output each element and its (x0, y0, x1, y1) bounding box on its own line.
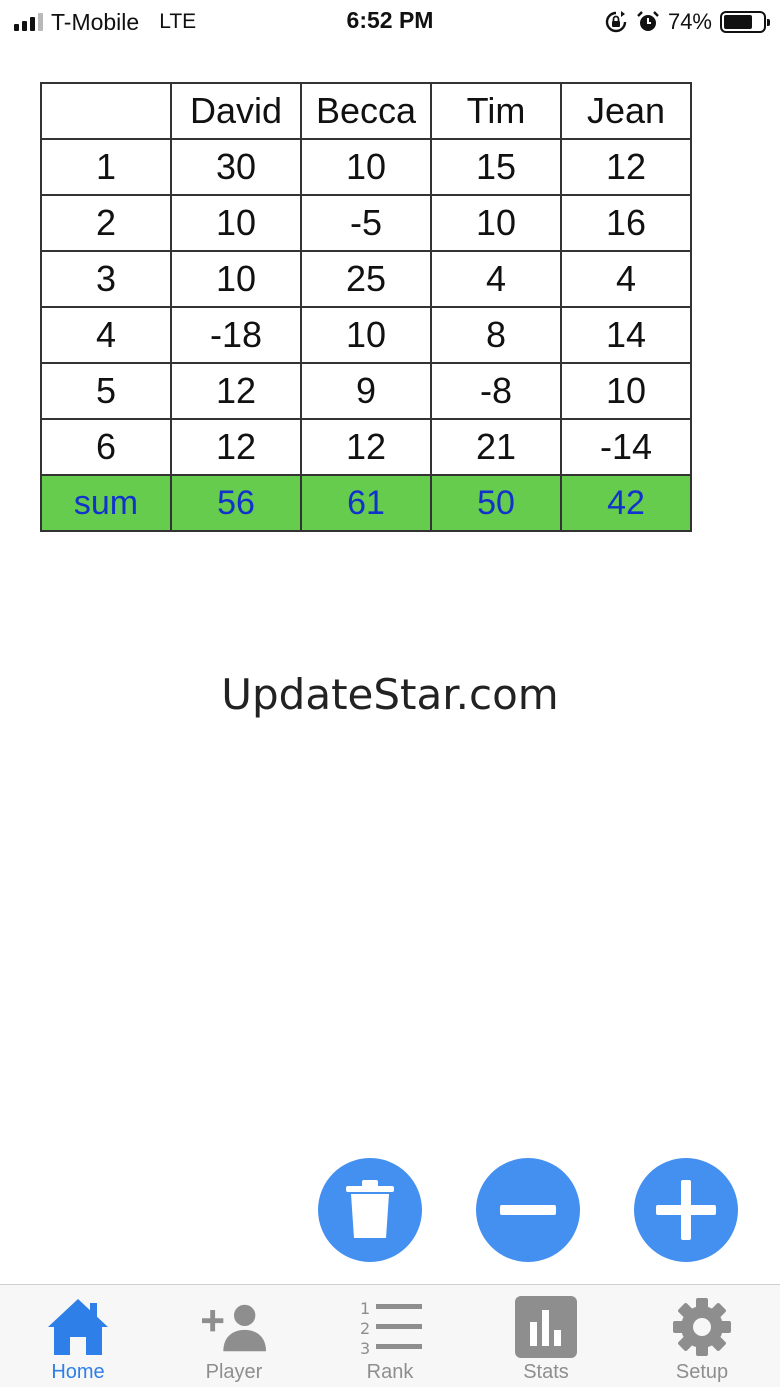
sum-cell: 56 (170, 474, 302, 532)
score-cell[interactable]: 10 (560, 362, 692, 420)
table-row: 6 12 12 21 -14 (40, 418, 692, 476)
player-header-cell[interactable]: Jean (560, 82, 692, 140)
tab-rank[interactable]: 1 2 3 Rank (312, 1285, 468, 1387)
score-cell[interactable]: 10 (300, 138, 432, 196)
tab-stats-label: Stats (523, 1361, 569, 1383)
score-cell[interactable]: 15 (430, 138, 562, 196)
minus-icon (500, 1205, 556, 1215)
watermark: UpdateStar.com (221, 670, 559, 719)
row-label-cell[interactable]: 1 (40, 138, 172, 196)
sum-label-cell: sum (40, 474, 172, 532)
battery-percent: 74% (667, 9, 712, 34)
score-cell[interactable]: 4 (430, 250, 562, 308)
table-row: 2 10 -5 10 16 (40, 194, 692, 252)
svg-text:1: 1 (360, 1299, 370, 1318)
score-cell[interactable]: 9 (300, 362, 432, 420)
home-icon (46, 1295, 110, 1359)
plus-icon (656, 1180, 716, 1240)
sum-cell: 61 (300, 474, 432, 532)
delete-button[interactable] (318, 1158, 422, 1262)
svg-text:3: 3 (360, 1339, 370, 1356)
tab-home-label: Home (51, 1361, 105, 1383)
tab-setup-label: Setup (675, 1361, 729, 1383)
tab-setup[interactable]: Setup (624, 1285, 780, 1387)
ranked-list-icon: 1 2 3 (358, 1295, 422, 1359)
subtract-button[interactable] (476, 1158, 580, 1262)
score-cell[interactable]: 12 (560, 138, 692, 196)
score-cell[interactable]: 12 (170, 362, 302, 420)
score-cell[interactable]: 14 (560, 306, 692, 364)
tab-bar: Home Player 1 2 3 Rank Stats Setup (0, 1284, 780, 1387)
tab-stats[interactable]: Stats (468, 1285, 624, 1387)
player-header-cell[interactable]: David (170, 82, 302, 140)
add-button[interactable] (634, 1158, 738, 1262)
row-label-cell[interactable] (40, 82, 172, 140)
player-header-cell[interactable]: Becca (300, 82, 432, 140)
score-cell[interactable]: 4 (560, 250, 692, 308)
sum-cell: 50 (430, 474, 562, 532)
score-cell[interactable]: 30 (170, 138, 302, 196)
status-bar: T-Mobile LTE 6:52 PM 74% (0, 0, 780, 44)
table-row: 3 10 25 4 4 (40, 250, 692, 308)
score-cell[interactable]: 21 (430, 418, 562, 476)
sum-row: sum 56 61 50 42 (40, 474, 692, 532)
player-header-cell[interactable]: Tim (430, 82, 562, 140)
score-cell[interactable]: 16 (560, 194, 692, 252)
score-cell[interactable]: -14 (560, 418, 692, 476)
score-cell[interactable]: -18 (170, 306, 302, 364)
tab-home[interactable]: Home (0, 1285, 156, 1387)
score-cell[interactable]: 10 (170, 250, 302, 308)
header-row: David Becca Tim Jean (40, 82, 692, 140)
add-player-icon (202, 1295, 266, 1359)
score-cell[interactable]: -8 (430, 362, 562, 420)
orientation-lock-icon (605, 11, 627, 33)
table-row: 1 30 10 15 12 (40, 138, 692, 196)
row-label-cell[interactable]: 3 (40, 250, 172, 308)
battery-icon (720, 11, 770, 33)
score-cell[interactable]: 10 (170, 194, 302, 252)
tab-rank-label: Rank (366, 1361, 414, 1383)
tab-player-label: Player (205, 1361, 263, 1383)
row-label-cell[interactable]: 6 (40, 418, 172, 476)
score-cell[interactable]: 25 (300, 250, 432, 308)
score-cell[interactable]: 12 (300, 418, 432, 476)
trash-icon (346, 1180, 394, 1238)
table-row: 4 -18 10 8 14 (40, 306, 692, 364)
score-cell[interactable]: 8 (430, 306, 562, 364)
row-label-cell[interactable]: 4 (40, 306, 172, 364)
svg-text:2: 2 (360, 1319, 370, 1338)
table-row: 5 12 9 -8 10 (40, 362, 692, 420)
score-cell[interactable]: -5 (300, 194, 432, 252)
alarm-icon (637, 11, 659, 31)
status-bar-right: 74% (604, 8, 770, 36)
tab-player[interactable]: Player (156, 1285, 312, 1387)
sum-cell: 42 (560, 474, 692, 532)
gear-icon (670, 1295, 734, 1359)
score-cell[interactable]: 10 (430, 194, 562, 252)
row-label-cell[interactable]: 2 (40, 194, 172, 252)
stats-icon (514, 1295, 578, 1359)
score-cell[interactable]: 10 (300, 306, 432, 364)
score-table: David Becca Tim Jean 1 30 10 15 12 2 10 -5 10 16 3 10 25… (40, 82, 692, 532)
score-cell[interactable]: 12 (170, 418, 302, 476)
row-label-cell[interactable]: 5 (40, 362, 172, 420)
